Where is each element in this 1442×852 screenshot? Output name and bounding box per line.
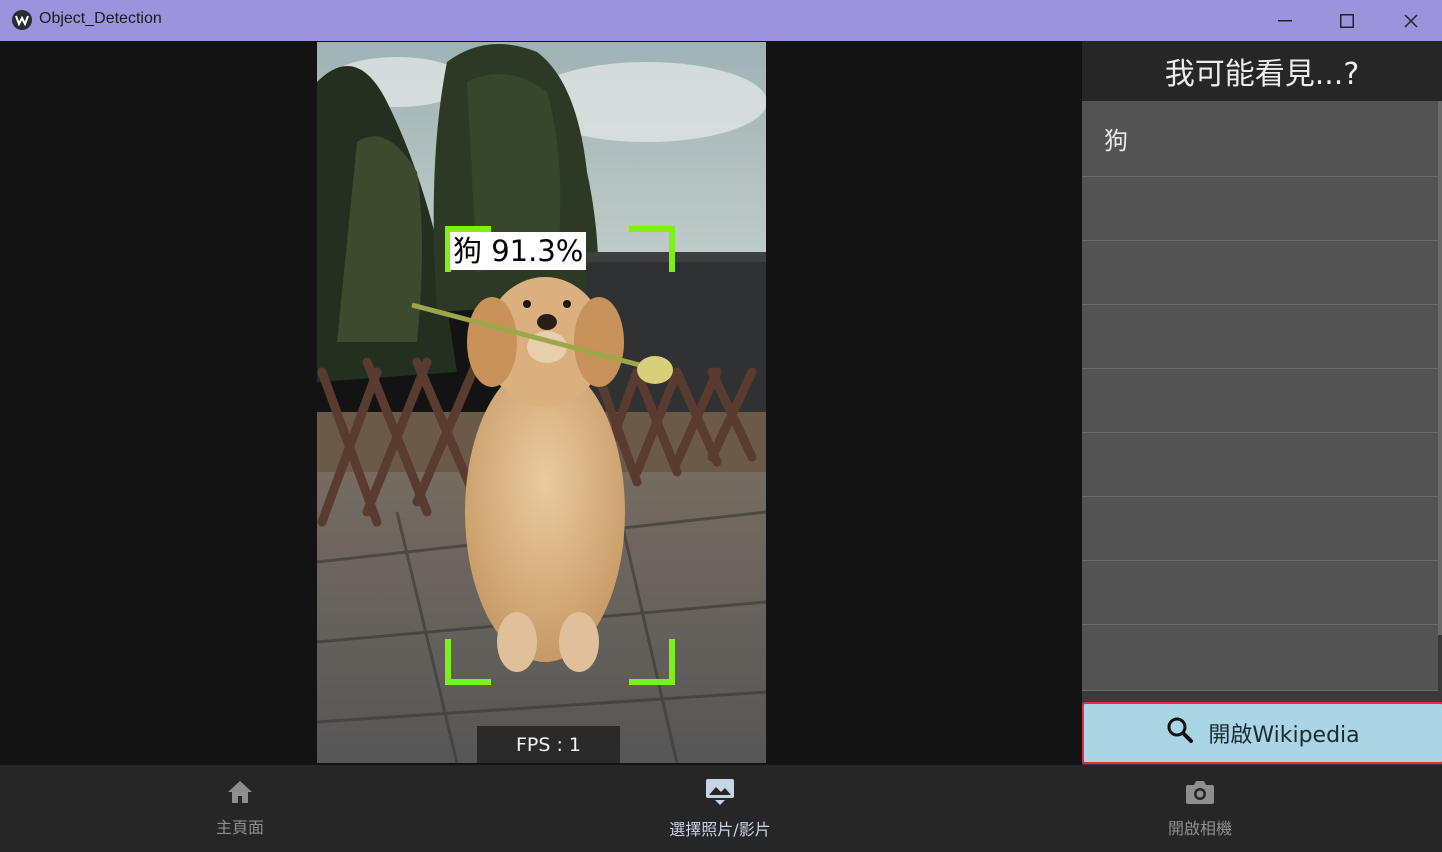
list-item[interactable] xyxy=(1082,177,1438,241)
results-panel: 我可能看見...? 狗 開啟Wikipedia xyxy=(1082,41,1442,765)
list-scrollbar[interactable] xyxy=(1438,101,1442,635)
nav-home[interactable]: 主頁面 xyxy=(140,765,340,852)
list-item[interactable] xyxy=(1082,497,1438,561)
search-icon xyxy=(1166,716,1194,750)
bottom-navigation: 主頁面 選擇照片/影片 開啟相機 xyxy=(0,765,1442,852)
list-item[interactable] xyxy=(1082,625,1438,691)
image-icon xyxy=(705,778,735,810)
open-wikipedia-label: 開啟Wikipedia xyxy=(1208,723,1360,748)
list-item[interactable] xyxy=(1082,433,1438,497)
nav-select-media-label: 選擇照片/影片 xyxy=(669,819,771,839)
nav-select-media[interactable]: 選擇照片/影片 xyxy=(620,765,820,852)
fps-counter: FPS : 1 xyxy=(477,726,620,763)
nav-open-camera-label: 開啟相機 xyxy=(1167,818,1232,838)
minimize-button[interactable] xyxy=(1254,0,1316,41)
nav-open-camera[interactable]: 開啟相機 xyxy=(1100,765,1300,852)
photo-viewer: 狗 91.3% FPS : 1 xyxy=(317,42,766,763)
maximize-button[interactable] xyxy=(1316,0,1378,41)
title-bar: Object_Detection xyxy=(0,0,1442,41)
list-item[interactable] xyxy=(1082,561,1438,625)
camera-icon xyxy=(1185,779,1215,809)
home-icon xyxy=(227,780,253,808)
detection-label: 狗 91.3% xyxy=(450,232,587,270)
nav-home-label: 主頁面 xyxy=(215,817,264,837)
close-button[interactable] xyxy=(1380,0,1442,41)
dog-photo xyxy=(317,42,766,763)
panel-title: 我可能看見...? xyxy=(1082,41,1442,101)
main-area: 狗 91.3% FPS : 1 我可能看見...? 狗 開啟Wikipedia xyxy=(0,41,1442,765)
open-wikipedia-button[interactable]: 開啟Wikipedia xyxy=(1082,702,1442,764)
list-item[interactable] xyxy=(1082,241,1438,305)
list-item[interactable]: 狗 xyxy=(1082,101,1438,177)
app-logo-icon xyxy=(12,10,32,30)
results-list: 狗 xyxy=(1082,101,1438,691)
window-title: Object_Detection xyxy=(39,10,162,27)
list-item[interactable] xyxy=(1082,305,1438,369)
list-item[interactable] xyxy=(1082,369,1438,433)
